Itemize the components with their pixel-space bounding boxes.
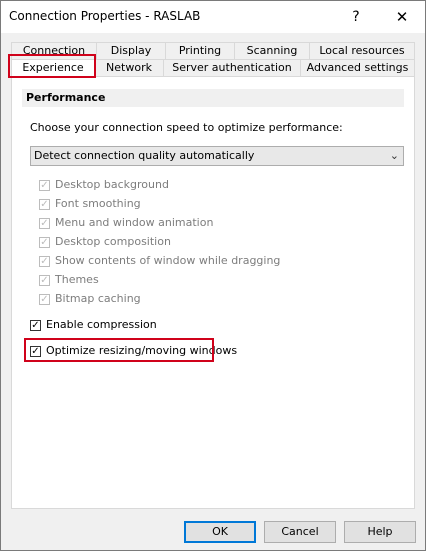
themes-checkbox[interactable]: ✓ Themes: [39, 273, 99, 289]
checkbox-check-icon: ✓: [39, 198, 50, 210]
connection-speed-prompt: Choose your connection speed to optimize…: [30, 121, 343, 134]
checkbox-check-icon: ✓: [39, 274, 50, 286]
enable-compression-checkbox[interactable]: ✓ Enable compression: [30, 318, 157, 334]
checkbox-check-icon: ✓: [39, 179, 50, 191]
highlight-optimize-resizing: [24, 338, 214, 362]
help-button[interactable]: Help: [344, 521, 416, 543]
tab-scanning[interactable]: Scanning: [234, 42, 310, 60]
desktop-composition-checkbox[interactable]: ✓ Desktop composition: [39, 235, 171, 251]
option-label: Enable compression: [46, 318, 157, 331]
connection-speed-value: Detect connection quality automatically: [34, 149, 255, 162]
window-title: Connection Properties - RASLAB: [9, 9, 201, 23]
tab-network[interactable]: Network: [94, 59, 164, 77]
checkbox-check-icon: ✓: [30, 319, 41, 331]
option-label: Font smoothing: [55, 197, 141, 210]
title-bar: Connection Properties - RASLAB ? ✕: [1, 1, 425, 33]
option-label: Show contents of window while dragging: [55, 254, 281, 267]
option-label: Desktop background: [55, 178, 169, 191]
cancel-button[interactable]: Cancel: [264, 521, 336, 543]
experience-panel: Performance Choose your connection speed…: [11, 76, 415, 509]
checkbox-check-icon: ✓: [39, 255, 50, 267]
highlight-experience-tab: [8, 54, 96, 78]
option-label: Desktop composition: [55, 235, 171, 248]
menu-window-animation-checkbox[interactable]: ✓ Menu and window animation: [39, 216, 213, 232]
performance-header: Performance: [22, 89, 404, 107]
show-contents-dragging-checkbox[interactable]: ✓ Show contents of window while dragging: [39, 254, 280, 270]
ok-button[interactable]: OK: [184, 521, 256, 543]
tab-server-authentication[interactable]: Server authentication: [163, 59, 301, 77]
desktop-background-checkbox[interactable]: ✓ Desktop background: [39, 178, 169, 194]
tab-display[interactable]: Display: [96, 42, 166, 60]
tab-advanced-settings[interactable]: Advanced settings: [300, 59, 415, 77]
checkbox-check-icon: ✓: [39, 293, 50, 305]
option-label: Bitmap caching: [55, 292, 141, 305]
checkbox-check-icon: ✓: [39, 217, 50, 229]
option-label: Menu and window animation: [55, 216, 214, 229]
connection-properties-dialog: Connection Properties - RASLAB ? ✕ Conne…: [0, 0, 426, 551]
tab-printing[interactable]: Printing: [165, 42, 235, 60]
font-smoothing-checkbox[interactable]: ✓ Font smoothing: [39, 197, 141, 213]
bitmap-caching-checkbox[interactable]: ✓ Bitmap caching: [39, 292, 141, 308]
checkbox-check-icon: ✓: [39, 236, 50, 248]
connection-speed-select[interactable]: Detect connection quality automatically …: [30, 146, 404, 166]
tab-local-resources[interactable]: Local resources: [309, 42, 415, 60]
chevron-down-icon: ⌄: [389, 149, 399, 162]
close-icon[interactable]: ✕: [387, 5, 417, 29]
option-label: Themes: [55, 273, 99, 286]
help-icon[interactable]: ?: [341, 5, 371, 29]
